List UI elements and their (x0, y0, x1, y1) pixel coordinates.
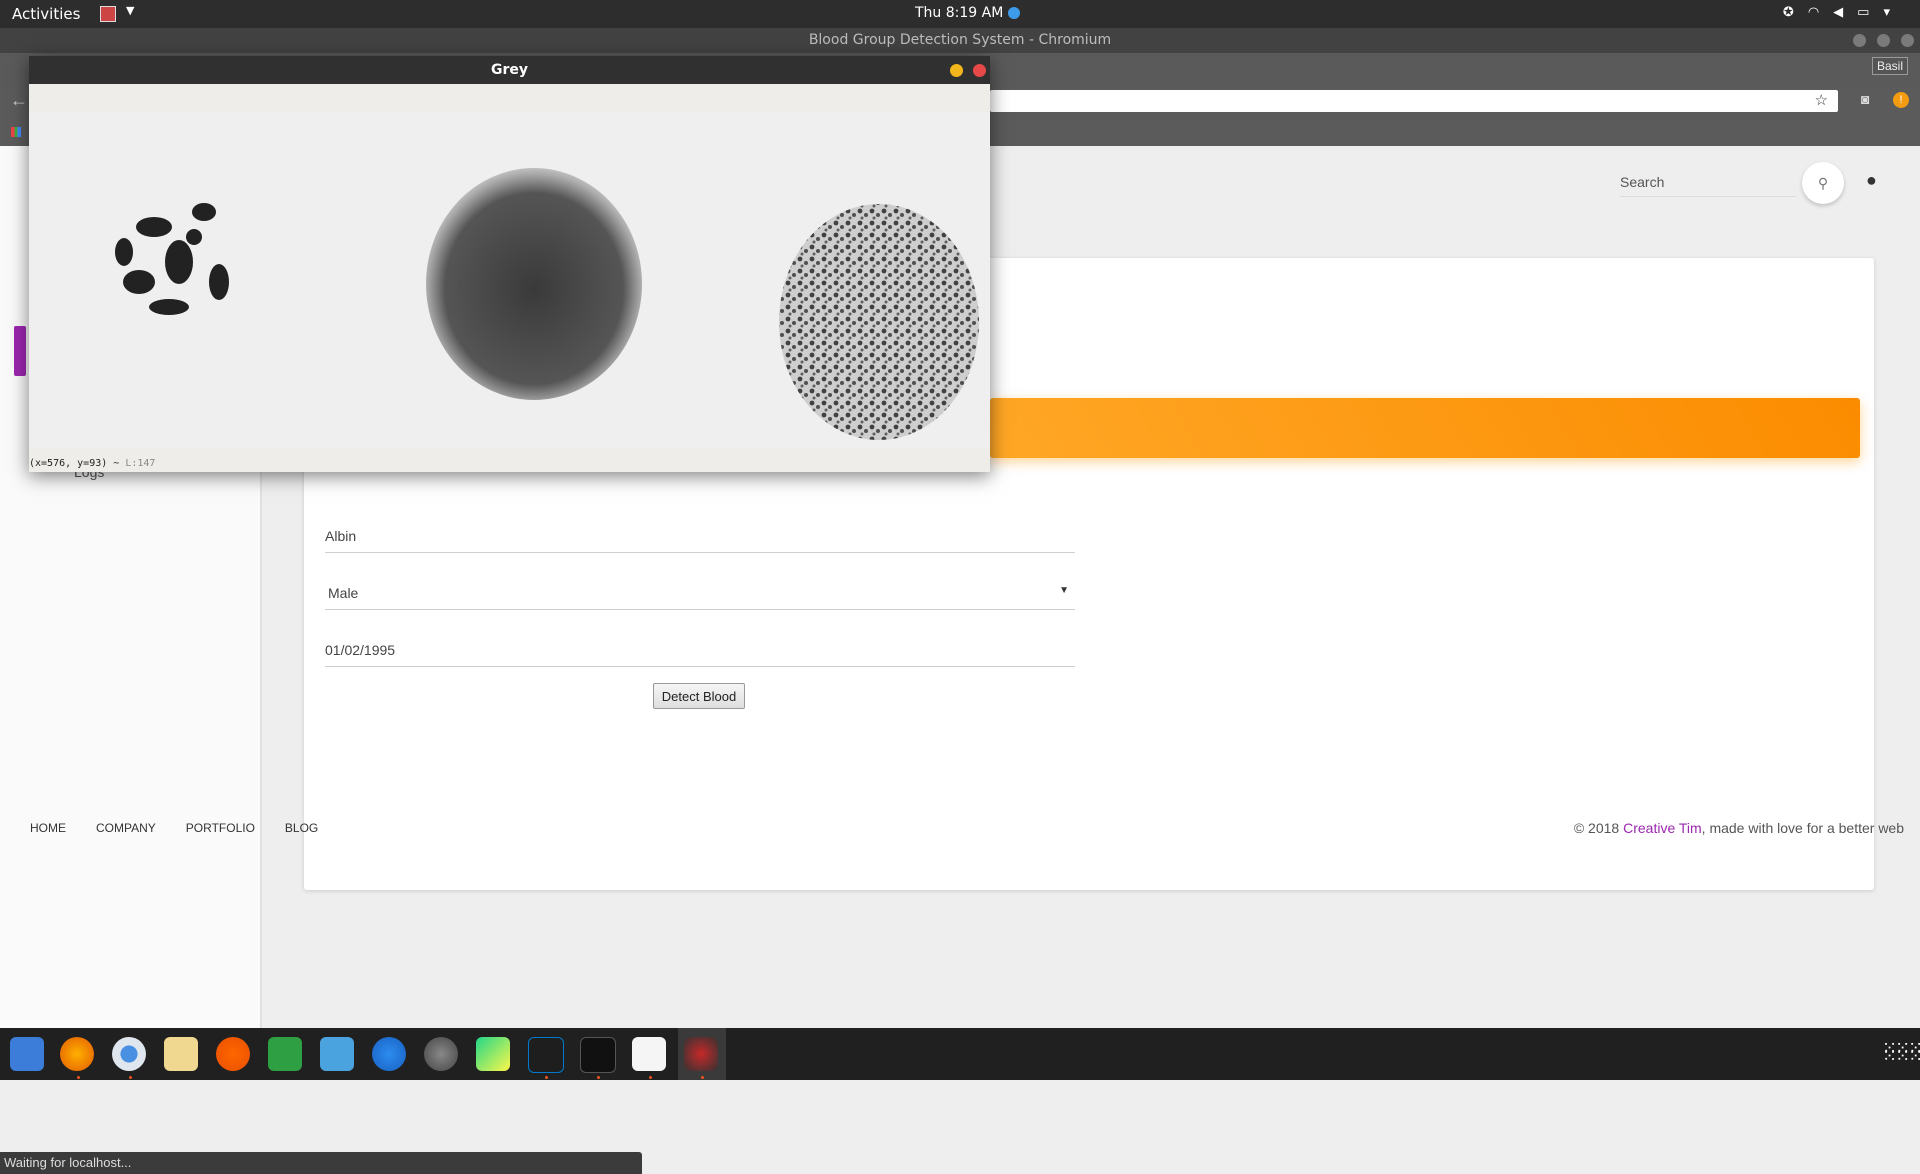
detect-blood-button[interactable]: Detect Blood (653, 683, 745, 709)
card-header (990, 398, 1860, 458)
running-indicator (545, 1076, 548, 1079)
firefox-icon[interactable] (60, 1037, 94, 1071)
dock: ⁙⁙⁙ ⁙⁙⁙ (0, 1028, 1920, 1080)
camera-icon[interactable]: ◙ (1861, 91, 1869, 107)
footer-link-blog[interactable]: BLOG (285, 821, 318, 835)
activities-button[interactable]: Activities (12, 5, 80, 23)
name-field[interactable]: Albin (325, 528, 1075, 553)
running-indicator (129, 1076, 132, 1079)
notification-icon (1008, 7, 1020, 19)
star-icon[interactable]: ☆ (1815, 91, 1828, 109)
minimize-icon[interactable] (1853, 34, 1866, 47)
copyright-suffix: , made with love for a better web (1701, 820, 1904, 836)
sample-c-spot (779, 204, 979, 440)
clock[interactable]: Thu 8:19 AM (915, 5, 1003, 21)
blood-sample-drawing (29, 112, 990, 448)
volume-icon[interactable]: ◀ (1833, 5, 1857, 20)
screen-recorder-icon[interactable] (684, 1037, 718, 1071)
sidebar-active-item[interactable] (14, 326, 26, 376)
settings-icon[interactable] (424, 1037, 458, 1071)
running-indicator (649, 1076, 652, 1079)
footer-copyright: © 2018 Creative Tim, made with love for … (1574, 820, 1904, 836)
user-icon[interactable]: ● (1866, 170, 1877, 191)
blood-sample-image[interactable] (29, 112, 990, 448)
chromium-icon[interactable] (112, 1037, 146, 1071)
profile-button[interactable]: Basil (1871, 57, 1908, 75)
system-tray[interactable]: ✪◠◀▭▾ (1783, 5, 1904, 20)
chevron-down-icon: ▼ (1059, 585, 1069, 596)
minimize-icon[interactable] (950, 64, 963, 77)
terminal-icon[interactable] (580, 1037, 616, 1073)
gender-select[interactable]: Male ▼ (325, 585, 1075, 610)
power-caret-icon[interactable]: ▾ (1883, 5, 1904, 20)
app-store-icon[interactable] (372, 1037, 406, 1071)
cv-status-bar: (x=576, y=93) ~ L:147 (29, 458, 155, 469)
vlc-icon[interactable] (216, 1037, 250, 1071)
luminance-value: L:147 (125, 458, 156, 469)
extension-alert-icon[interactable]: ! (1893, 92, 1909, 108)
running-indicator (597, 1076, 600, 1079)
search-icon[interactable]: ⚲ (1802, 162, 1844, 204)
accessibility-icon[interactable]: ✪ (1783, 5, 1808, 20)
notes-icon[interactable] (632, 1037, 666, 1071)
close-icon[interactable] (973, 64, 986, 77)
app-menu-icon[interactable] (100, 6, 116, 22)
running-indicator (77, 1076, 80, 1079)
chevron-down-icon[interactable]: ▼ (126, 4, 134, 17)
footer-link-company[interactable]: COMPANY (96, 821, 156, 835)
browser-status-bar: Waiting for localhost... (0, 1152, 642, 1174)
cursor-coordinates: (x=576, y=93) ~ (29, 458, 126, 469)
creative-tim-link[interactable]: Creative Tim (1623, 820, 1702, 836)
cv-window-title: Grey (29, 56, 990, 84)
close-icon[interactable] (1901, 34, 1914, 47)
browser-title-bar: Blood Group Detection System - Chromium (0, 28, 1920, 53)
address-bar[interactable]: ☆ (990, 90, 1838, 112)
grey-image-window[interactable]: Grey (x=576, y=93) ~ L:147 (29, 56, 990, 472)
back-arrow-icon[interactable]: ← (10, 90, 28, 111)
vscode-icon[interactable] (528, 1037, 564, 1073)
copyright-prefix: © 2018 (1573, 820, 1624, 836)
footer-link-portfolio[interactable]: PORTFOLIO (186, 821, 255, 835)
dob-field[interactable]: 01/02/1995 (325, 642, 1075, 667)
image-viewer-icon[interactable] (320, 1037, 354, 1071)
maximize-icon[interactable] (1877, 34, 1890, 47)
finder-icon[interactable] (10, 1037, 44, 1071)
spreadsheet-icon[interactable] (268, 1037, 302, 1071)
apps-grid-icon[interactable] (11, 127, 21, 137)
running-indicator (701, 1076, 704, 1079)
wifi-icon[interactable]: ◠ (1808, 5, 1833, 20)
sample-b-spot (426, 168, 642, 400)
text-editor-icon[interactable] (164, 1037, 198, 1071)
footer-nav: HOME COMPANY PORTFOLIO BLOG (30, 821, 348, 835)
search-input[interactable]: Search (1620, 174, 1796, 197)
pycharm-icon[interactable] (476, 1037, 510, 1071)
battery-icon[interactable]: ▭ (1857, 5, 1883, 20)
footer-link-home[interactable]: HOME (30, 821, 66, 835)
gender-select-value: Male (328, 585, 359, 601)
system-top-bar: Activities ▼ Thu 8:19 AM ✪◠◀▭▾ (0, 0, 1920, 28)
show-applications-icon[interactable]: ⁙⁙⁙ ⁙⁙⁙ (1882, 1039, 1920, 1065)
